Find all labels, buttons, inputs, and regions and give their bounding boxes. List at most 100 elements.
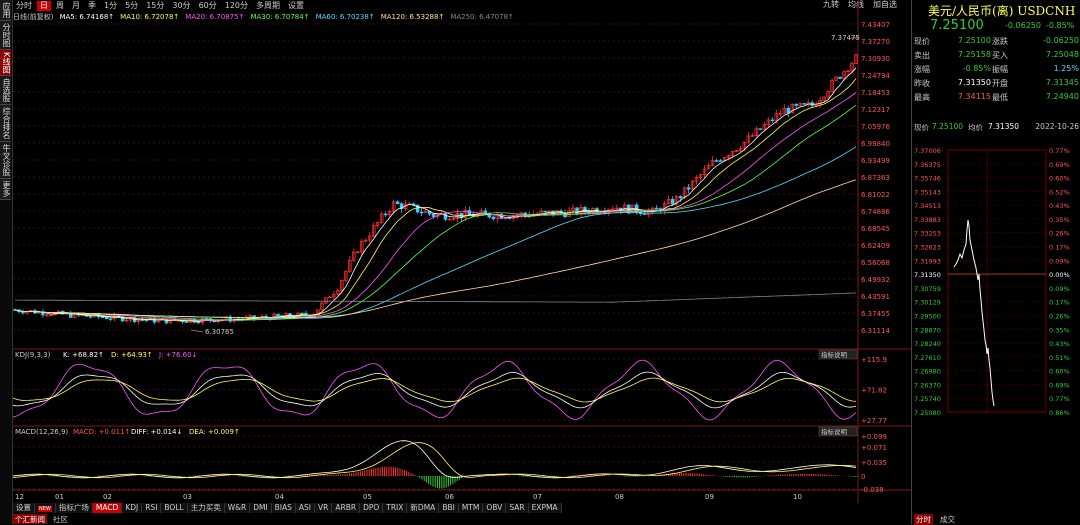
mini-pct-tick: 0.43%	[1049, 202, 1070, 210]
macd-y-label: +0.099	[861, 433, 887, 441]
mini-price-tick: 7.31350	[914, 271, 941, 279]
candle-body	[491, 216, 496, 220]
kdj-help-label: 指标说明	[821, 350, 848, 359]
indicator-tab-1[interactable]: NEW	[35, 503, 56, 513]
mini-price-line	[953, 219, 995, 407]
indicator-tab-4[interactable]: KDJ	[122, 503, 143, 513]
quote-label: 涨幅	[914, 65, 930, 74]
indicator-tab-7[interactable]: 主力买卖	[187, 503, 225, 513]
mini-price-tick: 7.33253	[914, 230, 941, 238]
macd-y-label: -0.038	[861, 486, 884, 494]
y-tick-label: 7.30930	[861, 55, 890, 63]
mini-price-tick: 7.30129	[914, 299, 941, 307]
y-tick-label: 6.62409	[861, 242, 890, 250]
indicator-tab-11[interactable]: ASI	[295, 503, 316, 513]
mini-tab-0[interactable]: 分时	[914, 514, 933, 525]
mini-pct-tick: 0.26%	[1049, 230, 1070, 238]
indicator-tab-6[interactable]: BOLL	[161, 503, 188, 513]
indicator-tab-19[interactable]: OBV	[483, 503, 507, 513]
candlestick-series	[13, 53, 858, 326]
candle-body	[802, 103, 806, 105]
mini-pct-tick: 0.35%	[1049, 326, 1070, 334]
indicator-tab-5[interactable]: RSI	[142, 503, 162, 513]
mini-avg: 7.31350	[988, 122, 1020, 131]
kdj-legend-1: K: +68.82↑	[63, 351, 104, 359]
quote-row-0: 现价 7.25100 涨跌 -0.06250	[912, 36, 1080, 48]
indicator-tab-18[interactable]: MTM	[458, 503, 484, 513]
nav-item-4[interactable]: 综合排名	[0, 105, 11, 143]
mini-pct-tick: 0.69%	[1049, 381, 1070, 389]
macd-y-label: +0.035	[861, 459, 887, 467]
candle-body	[838, 76, 842, 79]
candle-body	[794, 104, 798, 106]
nav-item-0[interactable]: 应用	[0, 0, 11, 21]
candle-body	[196, 321, 201, 324]
nav-item-5[interactable]: 牛叉诊股	[0, 142, 11, 180]
candle-body	[443, 213, 448, 220]
mini-pct-tick: 0.69%	[1049, 161, 1070, 169]
status-item-1[interactable]: 社区	[53, 514, 68, 524]
indicator-tab-10[interactable]: BIAS	[271, 503, 296, 513]
mini-price-tick: 7.35746	[914, 175, 941, 183]
candle-body	[718, 160, 723, 162]
quote-label: 买入	[992, 51, 1008, 60]
indicator-tab-14[interactable]: DPO	[360, 503, 384, 513]
price-change-pct: -0.85%	[1046, 21, 1075, 30]
x-tick-label: 02	[103, 493, 112, 501]
candle-body	[678, 196, 683, 199]
candle-body	[100, 316, 105, 318]
macd-legend-2: DIFF: +0.014↓	[131, 428, 182, 436]
indicator-tab-16[interactable]: 新DMA	[407, 503, 440, 513]
quote-label: 卖出	[914, 51, 930, 60]
candle-body	[276, 313, 280, 316]
candle-body	[431, 213, 436, 217]
quote-value: -0.06250	[1043, 36, 1079, 45]
mini-price-tick: 7.31993	[914, 257, 941, 265]
y-tick-label: 6.49932	[861, 276, 890, 284]
left-nav: 应用 分时图 K线图 自选股 综合排名 牛叉诊股 更多	[0, 0, 13, 524]
status-item-0[interactable]: 个汇新闻	[13, 514, 47, 524]
ma20-line	[14, 92, 857, 321]
nav-item-3[interactable]: 自选股	[0, 76, 11, 106]
mini-price-tick: 7.28870	[914, 326, 941, 334]
mini-tab-1[interactable]: 成交	[940, 514, 955, 525]
indicator-tab-12[interactable]: VR	[315, 503, 333, 513]
mini-chart-header: 现价 7.25100 均价 7.31350 2022-10-26	[912, 122, 1080, 132]
ma5-line	[14, 67, 857, 323]
y-tick-label: 7.05976	[861, 123, 890, 131]
instrument-title: 美元/人民币(离) USDCNH	[928, 4, 1076, 18]
mini-tabs: 分时 成交	[912, 514, 1080, 525]
indicator-tab-13[interactable]: ARBR	[332, 503, 361, 513]
kdj-y-label: +71.82	[861, 387, 887, 395]
indicator-tab-3[interactable]: MACD	[92, 503, 123, 513]
intraday-chart[interactable]: 7.37006 0.77% 7.36375 0.69% 7.35746 0.60% 7.35…	[912, 140, 1080, 425]
indicator-tab-15[interactable]: TRIX	[383, 503, 408, 513]
kdj-j-line	[13, 359, 857, 421]
y-tick-label: 6.68545	[861, 225, 890, 233]
nav-item-1[interactable]: 分时图	[0, 21, 11, 50]
y-tick-label: 6.31114	[861, 327, 890, 335]
x-tick-label: 04	[275, 493, 284, 501]
mini-price-tick: 7.25740	[914, 395, 941, 403]
mini-price-tick: 7.33883	[914, 216, 941, 224]
kdj-y-label: +27.77	[861, 417, 887, 425]
indicator-tab-2[interactable]: 指标广场	[55, 503, 93, 513]
indicator-tab-0[interactable]: 设置	[13, 503, 35, 513]
nav-item-2[interactable]: K线图	[0, 50, 11, 77]
ma60-line	[14, 146, 857, 319]
nav-item-6[interactable]: 更多	[0, 179, 11, 201]
y-tick-label: 7.18453	[861, 89, 890, 97]
mini-pct-tick: 0.09%	[1049, 285, 1070, 293]
indicator-tab-8[interactable]: W&R	[224, 503, 251, 513]
indicator-tab-21[interactable]: EXPMA	[528, 503, 562, 513]
y-tick-label: 7.24794	[861, 72, 890, 80]
kdj-legend-2: D: +64.93↑	[111, 351, 153, 359]
kline-chart-area[interactable]: 7.43407 7.37270 7.30930 7.24794 7.18453 7.123…	[13, 0, 911, 503]
indicator-tab-9[interactable]: DMI	[250, 503, 272, 513]
y-tick-label: 6.87363	[861, 174, 890, 182]
mini-pct-tick: 0.26%	[1049, 312, 1070, 320]
indicator-tab-20[interactable]: SAR	[506, 503, 529, 513]
mini-pct-tick: 0.17%	[1049, 244, 1070, 252]
indicator-tab-17[interactable]: BBI	[439, 503, 459, 513]
quote-row-3: 昨收 7.31350 开盘 7.31345	[912, 78, 1080, 90]
